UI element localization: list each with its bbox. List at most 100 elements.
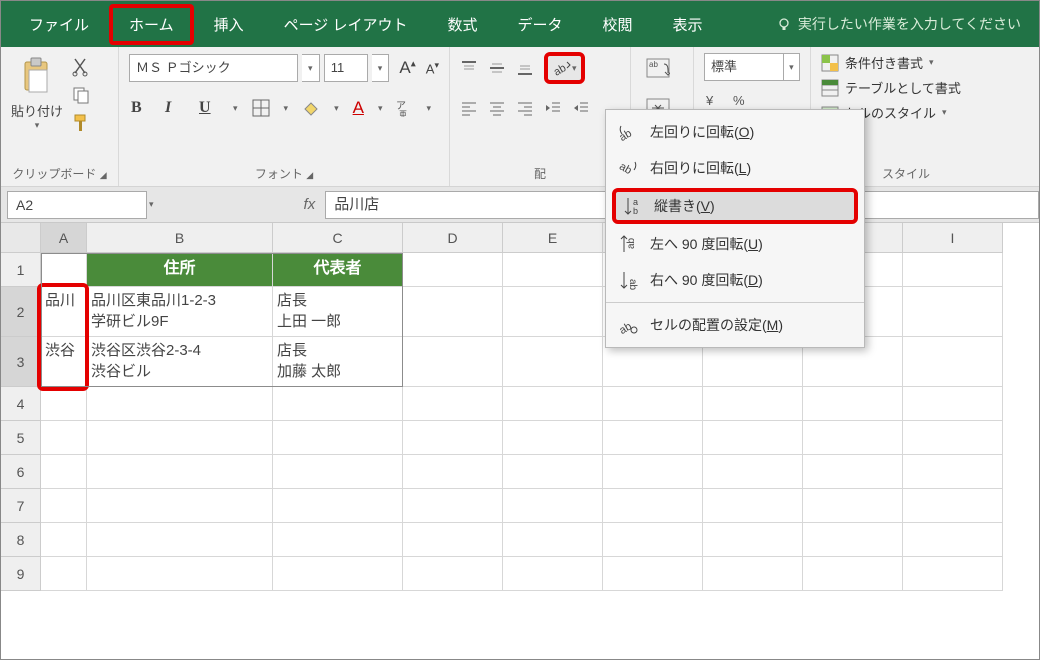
borders-button[interactable] [252, 99, 270, 117]
align-left-icon[interactable] [460, 99, 478, 117]
cell-G7[interactable] [703, 489, 803, 523]
cell-E7[interactable] [503, 489, 603, 523]
cell-G9[interactable] [703, 557, 803, 591]
fx-icon[interactable]: fx [304, 196, 316, 213]
cell-C1[interactable]: 代表者 [273, 253, 403, 287]
cell-E8[interactable] [503, 523, 603, 557]
grow-font-icon[interactable]: A▴ [399, 58, 415, 78]
cell-F4[interactable] [603, 387, 703, 421]
number-format-dropdown-icon[interactable]: ▾ [784, 53, 800, 81]
paste-button[interactable] [14, 53, 60, 99]
format-painter-icon[interactable] [71, 113, 91, 133]
cell-A7[interactable] [41, 489, 87, 523]
cell-D4[interactable] [403, 387, 503, 421]
cell-H5[interactable] [803, 421, 903, 455]
cell-F7[interactable] [603, 489, 703, 523]
cell-A5[interactable] [41, 421, 87, 455]
clipboard-launcher-icon[interactable]: ◢ [100, 170, 107, 180]
cell-H6[interactable] [803, 455, 903, 489]
underline-button[interactable]: U [199, 99, 219, 117]
font-launcher-icon[interactable]: ◢ [306, 170, 313, 180]
cell-D5[interactable] [403, 421, 503, 455]
cell-I2[interactable] [903, 287, 1003, 337]
cell-F9[interactable] [603, 557, 703, 591]
row-header-9[interactable]: 9 [1, 557, 41, 591]
cell-F5[interactable] [603, 421, 703, 455]
tab-formulas[interactable]: 数式 [427, 4, 497, 45]
borders-dropdown-icon[interactable]: ▾ [284, 103, 289, 114]
cell-C3[interactable]: 店長 加藤 太郎 [273, 337, 403, 387]
cell-H7[interactable] [803, 489, 903, 523]
cell-E5[interactable] [503, 421, 603, 455]
cell-D1[interactable] [403, 253, 503, 287]
tab-insert[interactable]: 挿入 [194, 4, 264, 45]
cell-I4[interactable] [903, 387, 1003, 421]
wrap-text-button[interactable]: ab [641, 53, 675, 83]
row-header-2[interactable]: 2 [1, 287, 41, 337]
name-box[interactable]: A2 [7, 191, 147, 219]
cell-I7[interactable] [903, 489, 1003, 523]
cell-B7[interactable] [87, 489, 273, 523]
cell-G6[interactable] [703, 455, 803, 489]
col-header-C[interactable]: C [273, 223, 403, 253]
col-header-A[interactable]: A [41, 223, 87, 253]
row-header-4[interactable]: 4 [1, 387, 41, 421]
cell-I9[interactable] [903, 557, 1003, 591]
cell-G8[interactable] [703, 523, 803, 557]
tab-page-layout[interactable]: ページ レイアウト [264, 4, 428, 45]
fill-color-button[interactable] [302, 99, 320, 117]
cell-D3[interactable] [403, 337, 503, 387]
shrink-font-icon[interactable]: A▾ [426, 60, 439, 76]
cell-A3[interactable]: 渋谷 [41, 337, 87, 387]
cell-F6[interactable] [603, 455, 703, 489]
cell-A9[interactable] [41, 557, 87, 591]
cell-I6[interactable] [903, 455, 1003, 489]
number-format-combo[interactable]: 標準 [704, 53, 784, 81]
align-bottom-icon[interactable] [516, 59, 534, 77]
cell-H4[interactable] [803, 387, 903, 421]
row-header-1[interactable]: 1 [1, 253, 41, 287]
tab-file[interactable]: ファイル [9, 4, 109, 45]
tell-me-box[interactable]: 実行したい作業を入力してください [776, 14, 1039, 34]
row-header-7[interactable]: 7 [1, 489, 41, 523]
menu-rotate-cw[interactable]: ab 右回りに回転(L) [606, 150, 864, 186]
tab-home[interactable]: ホーム [109, 4, 194, 45]
menu-format-alignment[interactable]: ab セルの配置の設定(M) [606, 307, 864, 343]
phonetic-guide-icon[interactable]: ア亜 [396, 99, 412, 117]
tab-review[interactable]: 校閲 [583, 4, 653, 45]
row-header-6[interactable]: 6 [1, 455, 41, 489]
row-header-5[interactable]: 5 [1, 421, 41, 455]
cell-D7[interactable] [403, 489, 503, 523]
col-header-E[interactable]: E [503, 223, 603, 253]
cell-E2[interactable] [503, 287, 603, 337]
cell-B5[interactable] [87, 421, 273, 455]
phonetic-dropdown-icon[interactable]: ▾ [426, 103, 431, 114]
cell-B2[interactable]: 品川区東品川1-2-3 学研ビル9F [87, 287, 273, 337]
decrease-indent-icon[interactable] [544, 99, 562, 117]
cell-C2[interactable]: 店長 上田 一郎 [273, 287, 403, 337]
cell-H8[interactable] [803, 523, 903, 557]
menu-vertical-text[interactable]: ab 縦書き(V) [612, 188, 858, 224]
currency-button[interactable]: ¥ [704, 91, 722, 109]
align-middle-icon[interactable] [488, 59, 506, 77]
menu-rotate-90-right[interactable]: ab 右へ 90 度回転(D) [606, 262, 864, 298]
copy-icon[interactable] [71, 85, 91, 105]
cell-C4[interactable] [273, 387, 403, 421]
cell-B6[interactable] [87, 455, 273, 489]
cell-C9[interactable] [273, 557, 403, 591]
font-size-dropdown-icon[interactable]: ▾ [372, 54, 390, 82]
cell-A8[interactable] [41, 523, 87, 557]
cut-icon[interactable] [71, 57, 91, 77]
cell-I3[interactable] [903, 337, 1003, 387]
cell-C8[interactable] [273, 523, 403, 557]
tab-view[interactable]: 表示 [653, 4, 723, 45]
increase-indent-icon[interactable] [572, 99, 590, 117]
col-header-D[interactable]: D [403, 223, 503, 253]
cell-B8[interactable] [87, 523, 273, 557]
cell-A1[interactable] [41, 253, 87, 287]
bold-button[interactable]: B [131, 99, 151, 117]
cell-A4[interactable] [41, 387, 87, 421]
tab-data[interactable]: データ [497, 4, 582, 45]
cell-B4[interactable] [87, 387, 273, 421]
align-center-icon[interactable] [488, 99, 506, 117]
